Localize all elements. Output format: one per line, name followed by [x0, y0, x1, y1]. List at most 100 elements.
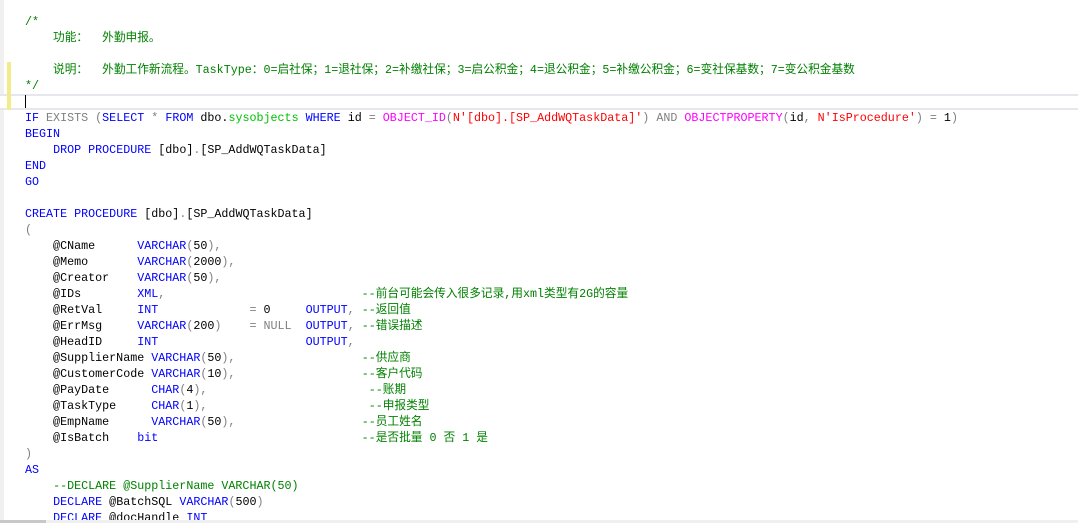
code-token: 1	[936, 111, 951, 125]
code-token: INT	[137, 303, 159, 317]
code-token: 0	[256, 303, 306, 317]
code-token: 50	[207, 351, 222, 365]
code-token: =	[368, 111, 376, 125]
code-token: ),	[221, 255, 236, 269]
code-line[interactable]: DECLARE @docHandle INT	[0, 510, 1078, 526]
code-token: AND	[656, 111, 678, 125]
code-token: END	[25, 159, 47, 173]
code-line[interactable]: )	[0, 446, 1078, 462]
code-token: sysobjects	[228, 111, 299, 125]
code-token: FROM	[165, 111, 194, 125]
code-line[interactable]: BEGIN	[0, 126, 1078, 142]
code-line[interactable]: AS	[0, 462, 1078, 478]
code-line[interactable]: @EmpName VARCHAR(50), --员工姓名	[0, 414, 1078, 430]
code-token: DROP	[53, 143, 82, 157]
code-token: 50	[193, 239, 208, 253]
code-token: --返回值	[361, 303, 411, 317]
code-token: DECLARE	[53, 495, 103, 509]
code-line[interactable]	[0, 190, 1078, 206]
code-line[interactable]: GO	[0, 174, 1078, 190]
code-token: @EmpName	[25, 415, 152, 429]
code-token: BEGIN	[25, 127, 61, 141]
code-token: --错误描述	[361, 319, 423, 333]
code-token: ),	[207, 239, 222, 253]
code-token: 10	[207, 367, 222, 381]
code-token: EXISTS	[46, 111, 89, 125]
code-line[interactable]: DECLARE @BatchSQL VARCHAR(500)	[0, 494, 1078, 510]
code-line[interactable]: @CustomerCode VARCHAR(10), --客户代码	[0, 366, 1078, 382]
code-token: @Creator	[25, 271, 138, 285]
code-token: --DECLARE @SupplierName VARCHAR(50)	[53, 479, 299, 493]
code-token: @CName	[25, 239, 138, 253]
code-token: XML	[137, 287, 159, 301]
code-token: VARCHAR	[137, 271, 187, 285]
code-token: @ErrMsg	[25, 319, 138, 333]
code-token: @SupplierName	[25, 351, 152, 365]
code-line[interactable]: END	[0, 158, 1078, 174]
code-token: ),	[221, 351, 236, 365]
code-token: [dbo]	[151, 143, 194, 157]
code-line[interactable]: @RetVal INT = 0 OUTPUT, --返回值	[0, 302, 1078, 318]
code-token: OUTPUT	[305, 335, 348, 349]
code-token: = NULL	[249, 319, 292, 333]
code-line[interactable]: 说明： 外勤工作新流程。TaskType：0=启社保；1=退社保；2=补缴社保；…	[0, 62, 1078, 78]
code-line[interactable]: 功能： 外勤申报。	[0, 30, 1078, 46]
code-token: VARCHAR	[151, 351, 201, 365]
code-token: ),	[207, 271, 222, 285]
code-token: @RetVal	[25, 303, 138, 317]
code-token: --前台可能会传入很多记录,用xml类型有2G的容量	[361, 287, 629, 301]
code-line[interactable]: @ErrMsg VARCHAR(200) = NULL OUTPUT, --错误…	[0, 318, 1078, 334]
code-line[interactable]: /*	[0, 14, 1078, 30]
text-caret	[25, 95, 26, 109]
code-line[interactable]: @Creator VARCHAR(50),	[0, 270, 1078, 286]
code-line[interactable]	[0, 46, 1078, 62]
code-line[interactable]: DROP PROCEDURE [dbo].[SP_AddWQTaskData]	[0, 142, 1078, 158]
code-token: WHERE	[305, 111, 341, 125]
code-line[interactable]: @PayDate CHAR(4), --账期	[0, 382, 1078, 398]
code-token: @TaskType	[25, 399, 152, 413]
code-line[interactable]: @CName VARCHAR(50),	[0, 238, 1078, 254]
code-token: PROCEDURE	[74, 207, 138, 221]
current-line[interactable]	[0, 94, 1078, 110]
code-line[interactable]: */	[0, 78, 1078, 94]
code-token: ,	[347, 303, 355, 317]
code-token: --员工姓名	[361, 415, 423, 429]
code-token: 50	[207, 415, 222, 429]
code-token: =	[929, 111, 937, 125]
code-line[interactable]: @TaskType CHAR(1), --申报类型	[0, 398, 1078, 414]
code-line[interactable]: @IsBatch bit --是否批量 0 否 1 是	[0, 430, 1078, 446]
code-line[interactable]: --DECLARE @SupplierName VARCHAR(50)	[0, 478, 1078, 494]
code-line[interactable]: CREATE PROCEDURE [dbo].[SP_AddWQTaskData…	[0, 206, 1078, 222]
code-token: @IDs	[25, 287, 138, 301]
code-token: OBJECTPROPERTY	[684, 111, 783, 125]
code-token: (	[445, 111, 453, 125]
code-token: (	[782, 111, 790, 125]
code-token: dbo.	[193, 111, 229, 125]
code-line[interactable]: IF EXISTS (SELECT * FROM dbo.sysobjects …	[0, 110, 1078, 126]
code-token: @PayDate	[25, 383, 152, 397]
code-line[interactable]: @IDs XML, --前台可能会传入很多记录,用xml类型有2G的容量	[0, 286, 1078, 302]
sql-code-editor[interactable]: /* 功能： 外勤申报。 说明： 外勤工作新流程。TaskType：0=启社保；…	[0, 14, 1078, 526]
code-token: PROCEDURE	[88, 143, 152, 157]
code-token: @HeadID	[25, 335, 138, 349]
code-token: ),	[221, 415, 236, 429]
code-token: id	[789, 111, 804, 125]
code-token: --供应商	[361, 351, 411, 365]
code-line[interactable]: (	[0, 222, 1078, 238]
code-line[interactable]: @Memo VARCHAR(2000),	[0, 254, 1078, 270]
code-token: )	[950, 111, 958, 125]
code-line[interactable]: @HeadID INT OUTPUT,	[0, 334, 1078, 350]
code-line[interactable]: @SupplierName VARCHAR(50), --供应商	[0, 350, 1078, 366]
code-token: INT	[137, 335, 159, 349]
